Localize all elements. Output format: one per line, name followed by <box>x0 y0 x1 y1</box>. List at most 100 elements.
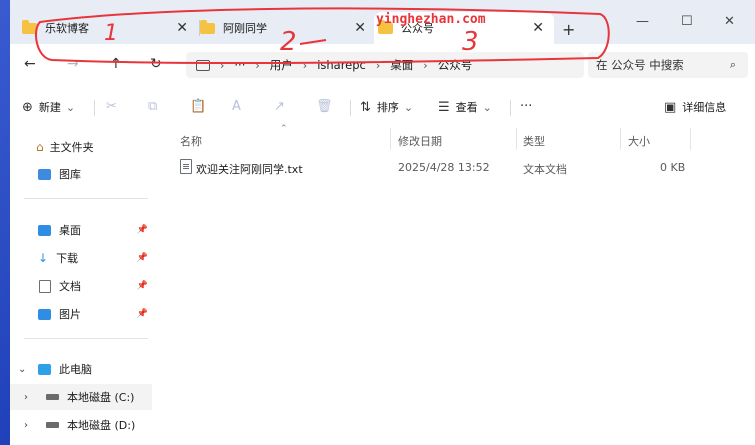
chevron-down-icon: ⌄ <box>403 100 414 114</box>
sidebar-item-pictures[interactable]: 图片 📌 <box>10 301 152 327</box>
view-button[interactable]: ☰ 查看 ⌄ <box>438 99 492 115</box>
drive-icon <box>46 422 59 428</box>
chevron-down-icon: ⌄ <box>65 100 76 114</box>
breadcrumb-ellipsis[interactable]: ··· <box>234 58 245 72</box>
chevron-right-icon[interactable]: › <box>376 59 380 72</box>
tab-label: 阿刚同学 <box>223 22 267 35</box>
more-icon: ··· <box>520 99 533 114</box>
copy-button[interactable]: ⧉ <box>148 99 163 114</box>
gallery-icon <box>38 168 51 180</box>
more-options-button[interactable]: ··· <box>520 99 538 114</box>
table-row[interactable]: 欢迎关注阿刚同学.txt 2025/4/28 13:52 文本文档 0 KB <box>152 156 755 180</box>
sidebar-item-this-pc[interactable]: ⌄ 此电脑 <box>10 356 152 382</box>
search-icon[interactable]: ⌕ <box>730 58 736 72</box>
rename-icon: A <box>232 99 241 114</box>
chevron-right-icon[interactable]: › <box>303 59 307 72</box>
sidebar-item-label: 本地磁盘 (D:) <box>67 419 136 432</box>
copy-icon: ⧉ <box>148 99 158 114</box>
folder-icon <box>200 19 215 34</box>
watermark-text: yinghezhan.com <box>376 12 486 27</box>
plus-circle-icon: ⊕ <box>22 99 33 115</box>
column-header-type[interactable]: 类型 <box>523 133 545 149</box>
column-header-date[interactable]: 修改日期 <box>398 133 442 149</box>
up-button[interactable]: ↑ <box>110 56 122 72</box>
chevron-down-icon[interactable]: ⌄ <box>18 364 26 375</box>
clipboard-icon: 📋 <box>190 99 207 114</box>
view-button-label: 查看 <box>455 101 478 114</box>
chevron-right-icon[interactable]: › <box>220 59 224 72</box>
address-bar[interactable]: › ··· › 用户 › isharepc › 桌面 › 公众号 <box>186 52 584 78</box>
share-button[interactable]: ↗ <box>274 99 291 114</box>
computer-icon <box>38 363 51 375</box>
close-tab-icon[interactable]: ✕ <box>532 20 544 36</box>
sidebar-item-label: 本地磁盘 (C:) <box>67 391 135 404</box>
address-row: ← → ↑ ↻ › ··· › 用户 › isharepc › 桌面 › 公众号… <box>10 44 755 86</box>
share-icon: ↗ <box>274 99 285 114</box>
computer-icon <box>196 59 210 71</box>
breadcrumb-item-desktop[interactable]: 桌面 <box>390 57 413 73</box>
file-size: 0 KB <box>660 161 686 174</box>
new-button[interactable]: ⊕ 新建 ⌄ <box>22 99 75 115</box>
close-tab-icon[interactable]: ✕ <box>354 20 366 36</box>
desktop-icon <box>38 224 51 236</box>
breadcrumb-item-isharepc[interactable]: isharepc <box>317 58 366 72</box>
tab-bar: 乐软博客 ✕ 阿刚同学 ✕ 公众号 ✕ + — ☐ ✕ yinghezhan.c… <box>10 0 755 44</box>
back-button[interactable]: ← <box>24 56 36 72</box>
sort-indicator-icon: ⌃ <box>280 124 288 134</box>
forward-button[interactable]: → <box>67 56 79 72</box>
trash-icon: 🗑 <box>316 99 333 114</box>
navigation-pane: ⌂ 主文件夹 图库 桌面 📌 ↓ 下载 📌 文档 📌 图片 📌 ⌄ 此电脑 › … <box>10 128 152 445</box>
text-file-icon <box>180 159 192 174</box>
sidebar-item-label: 图库 <box>59 168 81 181</box>
chevron-right-icon[interactable]: › <box>255 59 259 72</box>
file-explorer-window: 乐软博客 ✕ 阿刚同学 ✕ 公众号 ✕ + — ☐ ✕ yinghezhan.c… <box>10 0 755 445</box>
close-tab-icon[interactable]: ✕ <box>176 20 188 36</box>
home-icon: ⌂ <box>36 140 44 154</box>
chevron-right-icon[interactable]: › <box>24 420 28 431</box>
column-headers: ⌃ 名称 修改日期 类型 大小 <box>152 124 755 150</box>
search-placeholder: 在 公众号 中搜索 <box>596 58 684 72</box>
sort-icon: ⇅ <box>360 99 371 115</box>
close-window-button[interactable]: ✕ <box>724 14 735 29</box>
sidebar-item-drive-c[interactable]: › 本地磁盘 (C:) <box>10 384 152 410</box>
sidebar-item-drive-d[interactable]: › 本地磁盘 (D:) <box>10 412 152 438</box>
chevron-right-icon[interactable]: › <box>24 392 28 403</box>
sort-button[interactable]: ⇅ 排序 ⌄ <box>360 99 413 115</box>
sidebar-item-label: 下载 <box>56 252 79 265</box>
sidebar-item-home[interactable]: ⌂ 主文件夹 <box>10 134 152 160</box>
search-input[interactable]: 在 公众号 中搜索 ⌕ <box>588 52 748 78</box>
pin-icon: 📌 <box>136 309 148 319</box>
chevron-down-icon: ⌄ <box>482 100 492 114</box>
minimize-button[interactable]: — <box>636 14 649 29</box>
file-date: 2025/4/28 13:52 <box>398 161 490 174</box>
sidebar-item-desktop[interactable]: 桌面 📌 <box>10 217 152 243</box>
sidebar-item-label: 图片 <box>59 308 81 321</box>
breadcrumb-item-gongzhonghao[interactable]: 公众号 <box>438 57 473 73</box>
sidebar-item-downloads[interactable]: ↓ 下载 📌 <box>10 245 152 271</box>
sidebar-item-label: 文档 <box>59 280 81 293</box>
chevron-right-icon[interactable]: › <box>423 59 427 72</box>
breadcrumb-item-users[interactable]: 用户 <box>270 57 293 73</box>
rename-button[interactable]: A <box>232 99 247 114</box>
sidebar-item-documents[interactable]: 文档 📌 <box>10 273 152 299</box>
command-bar: ⊕ 新建 ⌄ ✂ ⧉ 📋 A ↗ 🗑 ⇅ 排序 ⌄ ☰ 查看 ⌄ ··· ▣ 详… <box>10 86 755 129</box>
column-header-size[interactable]: 大小 <box>628 133 650 149</box>
new-tab-button[interactable]: + <box>562 20 575 39</box>
delete-button[interactable]: 🗑 <box>316 99 339 114</box>
details-pane-button[interactable]: ▣ 详细信息 <box>664 99 726 115</box>
file-name: 欢迎关注阿刚同学.txt <box>196 163 303 176</box>
tab-label: 乐软博客 <box>45 22 89 35</box>
column-header-name[interactable]: 名称 <box>180 133 202 149</box>
refresh-button[interactable]: ↻ <box>150 56 162 72</box>
pin-icon: 📌 <box>136 281 148 291</box>
tab-lerruan-blog[interactable]: 乐软博客 ✕ <box>22 12 200 44</box>
sidebar-item-label: 此电脑 <box>59 363 92 376</box>
cut-button[interactable]: ✂ <box>106 99 123 114</box>
paste-button[interactable]: 📋 <box>190 99 212 114</box>
tab-agang[interactable]: 阿刚同学 ✕ <box>200 12 376 44</box>
pin-icon: 📌 <box>136 253 148 263</box>
sort-button-label: 排序 <box>376 101 399 114</box>
pin-icon: 📌 <box>136 225 148 235</box>
maximize-button[interactable]: ☐ <box>681 14 693 29</box>
sidebar-item-gallery[interactable]: 图库 <box>10 161 152 187</box>
